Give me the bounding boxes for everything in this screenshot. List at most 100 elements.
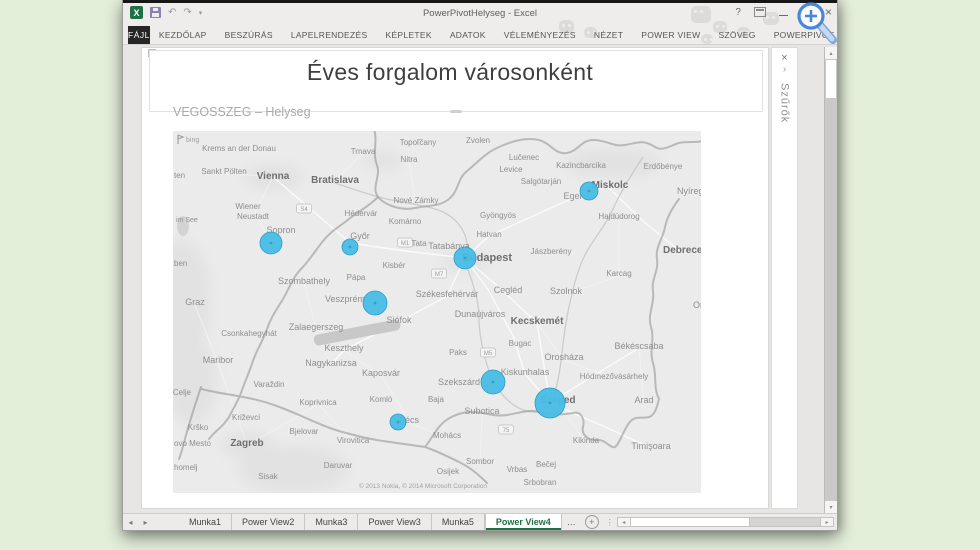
- bing-map[interactable]: S4M1M7M575 Krems an der DonauSankt Pölte…: [173, 131, 701, 493]
- map-city-label: Oradea: [693, 300, 701, 310]
- map-city-label: ovo Mesto: [174, 439, 211, 448]
- map-city-label: Szolnok: [550, 286, 583, 296]
- report-title[interactable]: Éves forgalom városonként: [142, 59, 758, 86]
- ribbon-display-options-icon[interactable]: [754, 7, 766, 17]
- map-city-label: Krško: [188, 423, 209, 432]
- map-bubble-center-dot: [549, 402, 552, 405]
- ribbon-tab-lapelrendezés[interactable]: LAPELRENDEZÉS: [282, 26, 377, 44]
- watermark-icon: [691, 6, 711, 23]
- add-sheet-button[interactable]: +: [585, 515, 599, 529]
- sheet-nav-right-icon[interactable]: ▸: [138, 514, 153, 530]
- filters-pane-title: Szűrők: [779, 83, 791, 123]
- map-city-label: Baja: [428, 395, 445, 404]
- map-city-label: Sisak: [258, 472, 279, 481]
- scroll-up-icon[interactable]: ▴: [825, 47, 837, 59]
- map-city-label: Bečej: [536, 460, 556, 469]
- map-city-label: Nyíregyháza: [677, 186, 701, 196]
- watermark-icon: [559, 20, 574, 33]
- map-city-label: Nové Zámky: [394, 196, 439, 205]
- map-bubble-center-dot: [374, 302, 377, 305]
- map-city-label: im See: [176, 217, 198, 224]
- map-city-label: Varaždin: [254, 380, 285, 389]
- map-city-label: Csonkahegyhát: [221, 329, 277, 338]
- map-bubble-center-dot: [588, 190, 591, 193]
- horizontal-scroll-track[interactable]: [750, 517, 820, 527]
- map-city-label: Székesfehérvár: [416, 289, 479, 299]
- maximize-icon[interactable]: [801, 7, 812, 17]
- road-shield-label: M7: [435, 272, 444, 278]
- map-city-label: Graz: [185, 297, 205, 307]
- map-city-label: Karcag: [606, 269, 631, 278]
- report-page[interactable]: Éves forgalom városonként VEGOSSZEG – He…: [141, 47, 769, 509]
- map-city-label: Mohács: [433, 431, 461, 440]
- help-icon[interactable]: ?: [735, 7, 741, 18]
- map-city-label: Erdőbénye: [644, 162, 683, 171]
- map-bubble-center-dot: [397, 421, 400, 424]
- map-city-label: Zagreb: [230, 438, 263, 449]
- map-city-label: Subotica: [464, 406, 499, 416]
- map-city-label: ten: [174, 171, 185, 180]
- sheet-tab-power-view4[interactable]: Power View4: [485, 514, 562, 530]
- map-city-label: Pápa: [347, 273, 366, 282]
- map-city-label: Sankt Pölten: [201, 167, 246, 176]
- map-city-label: Virovitica: [337, 436, 370, 445]
- sheet-tabs: Munka1Power View2Munka3Power View3Munka5…: [179, 514, 562, 530]
- ribbon-tab-kezdőlap[interactable]: KEZDŐLAP: [150, 26, 216, 44]
- filters-collapse-icon[interactable]: ›: [783, 65, 786, 75]
- watermark-icon: [701, 34, 713, 44]
- map-city-label: Bugac: [509, 339, 532, 348]
- map-city-label: Celje: [173, 388, 192, 397]
- map-visualization[interactable]: S4M1M7M575 Krems an der DonauSankt Pölte…: [173, 131, 701, 493]
- vertical-scroll-thumb[interactable]: [826, 60, 836, 98]
- sheet-overflow-button[interactable]: …: [562, 514, 581, 530]
- map-city-label: Kazincbarcika: [556, 161, 606, 170]
- horizontal-scroll-thumb[interactable]: [631, 517, 750, 527]
- sheet-nav-left-icon[interactable]: ◂: [123, 514, 138, 530]
- map-city-label: Hódmezővásárhely: [580, 372, 648, 381]
- map-city-label: Jászberény: [531, 247, 572, 256]
- map-city-label: Kaposvár: [362, 368, 400, 378]
- map-city-label: Debrecen: [663, 245, 701, 256]
- map-city-label: Nitra: [401, 155, 418, 164]
- minimize-icon[interactable]: [779, 15, 788, 16]
- hscroll-left-icon[interactable]: ◂: [617, 517, 631, 527]
- map-city-label: Keszthely: [324, 343, 364, 353]
- filters-close-icon[interactable]: ×: [781, 53, 787, 64]
- map-city-label: Paks: [449, 348, 467, 357]
- map-city-label: Osijek: [437, 467, 460, 476]
- map-city-label: Salgótarján: [521, 177, 561, 186]
- map-city-label: Komló: [370, 395, 393, 404]
- ribbon-tab-képletek[interactable]: KÉPLETEK: [376, 26, 440, 44]
- map-city-label: Cegléd: [494, 285, 523, 295]
- map-city-label: Bjelovar: [290, 427, 319, 436]
- watermark-icon: [584, 27, 597, 38]
- ribbon-tab-beszúrás[interactable]: BESZÚRÁS: [216, 26, 282, 44]
- sheet-tab-munka1[interactable]: Munka1: [179, 514, 232, 530]
- vertical-scrollbar[interactable]: ▴ ▾: [824, 47, 837, 513]
- watermark-icon: [713, 21, 727, 33]
- close-icon[interactable]: ×: [825, 6, 832, 18]
- map-city-label: Kecskemét: [511, 316, 564, 327]
- ribbon-tab-fajl[interactable]: FÁJL: [128, 26, 150, 44]
- window-title: PowerPivotHelyseg - Excel: [123, 8, 837, 19]
- watermark-icon: [737, 27, 750, 38]
- sheet-tab-munka3[interactable]: Munka3: [305, 514, 358, 530]
- map-city-label: Kisbér: [383, 261, 406, 270]
- sheet-tab-power-view3[interactable]: Power View3: [358, 514, 431, 530]
- title-bar: X ↶ ↷ ▾ PowerPivotHelyseg - Excel ? ×: [123, 3, 837, 26]
- tab-splitter-handle[interactable]: ⋮: [603, 514, 617, 530]
- window-controls: ? ×: [735, 6, 832, 18]
- bing-logo: bing: [186, 137, 199, 144]
- ribbon-tab-power-view[interactable]: POWER VIEW: [632, 26, 709, 44]
- sheet-tab-munka5[interactable]: Munka5: [432, 514, 485, 530]
- horizontal-scrollbar[interactable]: ◂ ▸: [617, 517, 834, 527]
- scroll-down-icon[interactable]: ▾: [825, 501, 837, 513]
- ribbon-tab-powerpivot[interactable]: POWERPIVOT: [765, 26, 844, 44]
- map-city-label: Neustadt: [237, 212, 270, 221]
- ribbon-tab-adatok[interactable]: ADATOK: [441, 26, 495, 44]
- sheet-tab-power-view2[interactable]: Power View2: [232, 514, 305, 530]
- map-city-label: Orosháza: [544, 352, 583, 362]
- hscroll-right-icon[interactable]: ▸: [820, 517, 834, 527]
- powerview-canvas: Éves forgalom városonként VEGOSSZEG – He…: [123, 45, 837, 513]
- map-city-label: Hatvan: [476, 230, 501, 239]
